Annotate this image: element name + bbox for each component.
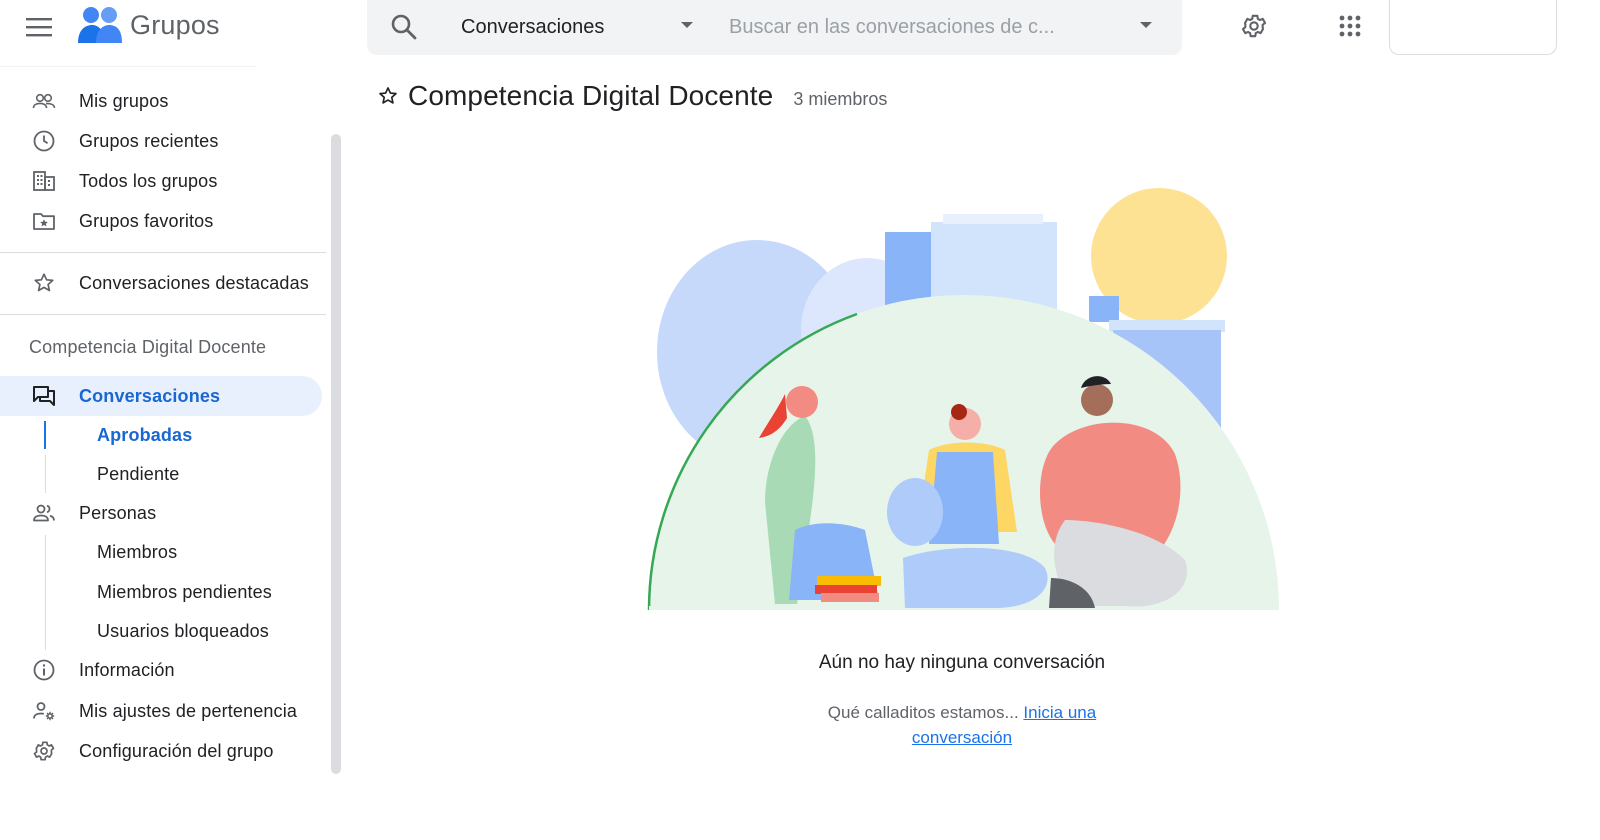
sidebar-subitem-label: Usuarios bloqueados [97, 620, 269, 641]
sidebar-subitem-pending-members[interactable]: Miembros pendientes [0, 572, 326, 612]
building-icon [32, 169, 56, 193]
info-icon [32, 658, 56, 682]
favorite-group-button[interactable] [376, 84, 400, 108]
sidebar-subitem-pending[interactable]: Pendiente [0, 454, 326, 494]
sidebar-divider [0, 252, 326, 253]
search-icon [391, 14, 417, 40]
sidebar-item-label: Grupos recientes [79, 130, 219, 151]
sidebar-divider [0, 314, 326, 315]
member-count[interactable]: 3 miembros [793, 89, 887, 110]
sidebar-item-label: Conversaciones [79, 385, 221, 406]
app-name: Grupos [130, 9, 220, 40]
sidebar-subitem-approved[interactable]: Aprobadas [0, 415, 326, 455]
star-outline-icon [379, 87, 397, 104]
sidebar-subitem-blocked-users[interactable]: Usuarios bloqueados [0, 611, 326, 651]
sidebar-subitem-members[interactable]: Miembros [0, 532, 326, 572]
sidebar-subitem-label: Pendiente [97, 463, 180, 484]
apps-button[interactable] [1332, 8, 1368, 44]
sidebar-subitem-label: Miembros pendientes [97, 581, 272, 602]
people-outline-icon [32, 501, 56, 525]
apps-grid-icon [1339, 15, 1361, 37]
empty-state-title: Aún no hay ninguna conversación [818, 652, 1106, 673]
sidebar-subitem-label: Aprobadas [97, 424, 193, 445]
sidebar-item-group-settings[interactable]: Configuración del grupo [0, 731, 326, 771]
people-icon [32, 89, 56, 113]
sidebar-item-label: Conversaciones destacadas [79, 272, 309, 293]
sidebar-item-all-groups[interactable]: Todos los grupos [0, 161, 326, 201]
sidebar-item-favorite-groups[interactable]: Grupos favoritos [0, 201, 326, 241]
sidebar-item-label: Personas [79, 502, 157, 523]
settings-button[interactable] [1236, 8, 1272, 44]
sidebar-item-label: Mis grupos [79, 90, 169, 111]
folder-star-icon [32, 209, 56, 233]
empty-state-message: Qué calladitos estamos... Inicia una con… [792, 700, 1132, 750]
sidebar-item-my-groups[interactable]: Mis grupos [0, 81, 326, 121]
sidebar-item-conversations[interactable]: Conversaciones [0, 376, 322, 416]
sidebar-item-people[interactable]: Personas [0, 493, 326, 533]
group-name-heading: Competencia Digital Docente [29, 337, 267, 357]
sidebar-item-label: Configuración del grupo [79, 740, 274, 761]
empty-state-illustration [647, 188, 1279, 611]
clock-icon [32, 129, 56, 153]
gear-icon [1241, 14, 1267, 38]
sidebar-item-label: Información [79, 659, 175, 680]
empty-state-text: Qué calladitos estamos... [827, 703, 1019, 722]
account-button[interactable] [1389, 0, 1557, 55]
star-outline-icon [32, 271, 56, 295]
sidebar-item-label: Todos los grupos [79, 170, 218, 191]
sidebar-item-label: Mis ajustes de pertenencia [79, 700, 298, 721]
search-button[interactable] [389, 12, 419, 42]
forum-icon [32, 384, 56, 408]
search-scope-select[interactable]: Conversaciones [461, 0, 693, 55]
sidebar-scrollbar[interactable] [331, 134, 341, 774]
search-options-dropdown-icon[interactable] [1140, 22, 1152, 28]
header-divider [0, 66, 256, 67]
sidebar-item-recent-groups[interactable]: Grupos recientes [0, 121, 326, 161]
main-menu-button[interactable] [22, 10, 56, 44]
sidebar-item-starred-conversations[interactable]: Conversaciones destacadas [0, 263, 326, 303]
search-scope-label: Conversaciones [461, 16, 605, 38]
hamburger-menu-icon [26, 18, 52, 37]
groups-logo-icon [78, 7, 122, 43]
groups-logo[interactable]: Grupos [78, 5, 220, 45]
sidebar-item-label: Grupos favoritos [79, 210, 214, 231]
sidebar-item-info[interactable]: Información [0, 650, 326, 690]
sidebar-subitem-label: Miembros [97, 541, 178, 562]
group-title-row: Competencia Digital Docente 3 miembros [376, 76, 887, 116]
person-settings-icon [32, 699, 56, 723]
search-input[interactable] [729, 0, 1119, 55]
sidebar-item-membership-settings[interactable]: Mis ajustes de pertenencia [0, 691, 326, 731]
page-title: Competencia Digital Docente [408, 80, 774, 111]
search-bar: Conversaciones [367, 0, 1182, 55]
gear-icon [32, 739, 56, 763]
dropdown-arrow-icon [681, 22, 693, 28]
